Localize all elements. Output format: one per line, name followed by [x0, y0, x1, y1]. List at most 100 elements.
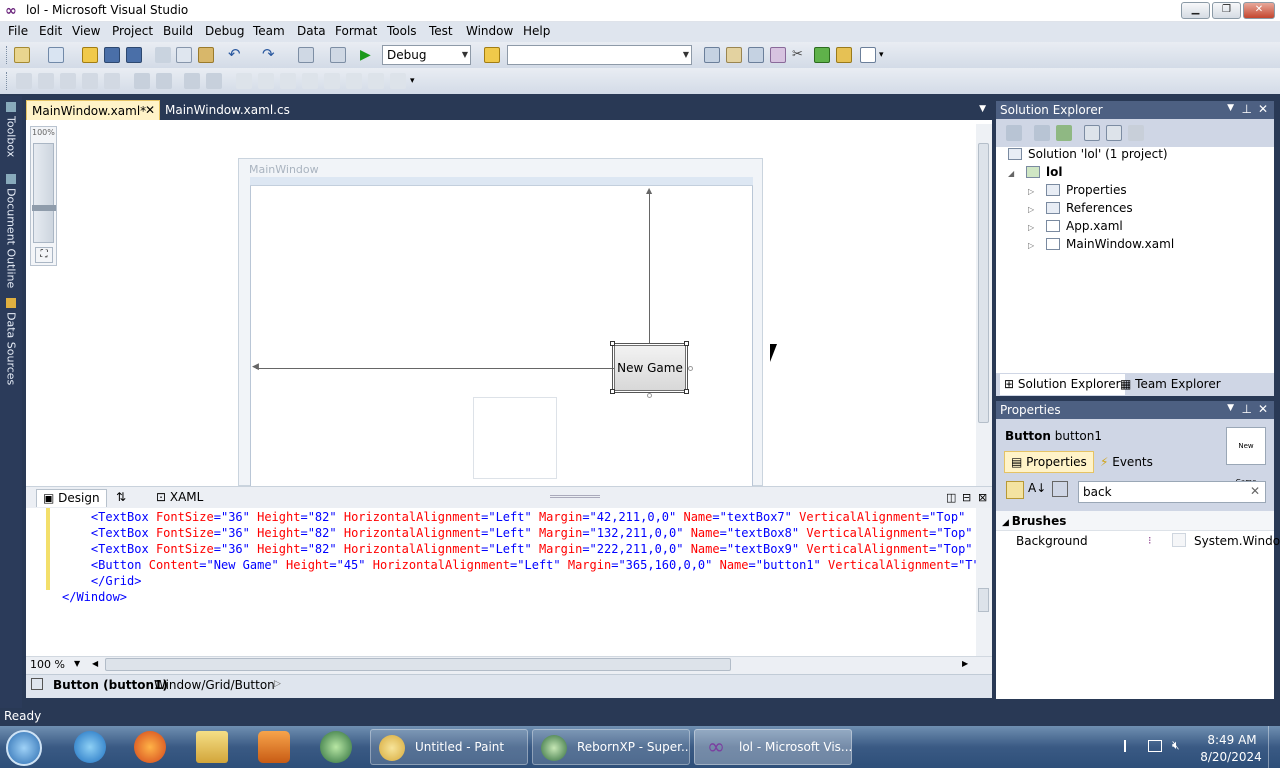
property-marker-icon[interactable]: ⁝: [1148, 534, 1152, 547]
toolbar-options-icon[interactable]: ▾: [410, 73, 426, 89]
clock-date[interactable]: 8/20/2024: [1200, 750, 1262, 764]
comment-icon[interactable]: [184, 73, 200, 89]
xaml-line[interactable]: <TextBox FontSize="36" Height="82" Horiz…: [62, 526, 973, 540]
document-outline-tab[interactable]: Document Outline: [2, 174, 20, 288]
object-browser-icon[interactable]: [748, 47, 764, 63]
find-bookmark-icon[interactable]: [390, 73, 406, 89]
collapse-icon[interactable]: ▷: [1028, 205, 1034, 214]
view-code-icon[interactable]: [1084, 125, 1100, 141]
categorized-icon[interactable]: [1006, 481, 1024, 499]
resize-handle[interactable]: [610, 389, 615, 394]
taskbar-app-rebornxp[interactable]: RebornXP - Super...: [532, 729, 690, 765]
menu-debug[interactable]: Debug: [205, 24, 244, 38]
tab-xaml[interactable]: ⊡ XAML: [150, 489, 209, 507]
minimize-button[interactable]: ▁: [1181, 2, 1210, 19]
tab-solution-explorer[interactable]: ⊞ Solution Explorer: [1000, 374, 1125, 395]
clock-time[interactable]: 8:49 AM: [1204, 733, 1260, 747]
command-window-icon[interactable]: [860, 47, 876, 63]
align-tops-icon[interactable]: [82, 73, 98, 89]
pin-icon[interactable]: ⊥: [1242, 102, 1252, 116]
breadcrumb-element[interactable]: Button (button1): [53, 678, 168, 692]
next-bookmark-icon[interactable]: [280, 73, 296, 89]
splitter-grip[interactable]: [550, 495, 600, 498]
menu-build[interactable]: Build: [163, 24, 193, 38]
xaml-editor[interactable]: <TextBox FontSize="36" Height="82" Horiz…: [26, 508, 992, 656]
property-search-input[interactable]: back ✕: [1078, 481, 1266, 503]
tab-mainwindow-xaml-cs[interactable]: MainWindow.xaml.cs: [160, 100, 295, 120]
clear-bookmarks-icon[interactable]: [368, 73, 384, 89]
menu-edit[interactable]: Edit: [39, 24, 62, 38]
xaml-horizontal-thumb[interactable]: [105, 658, 731, 671]
indent-icon[interactable]: [134, 73, 150, 89]
property-background-value[interactable]: System.Windo: [1194, 534, 1280, 548]
collapse-icon[interactable]: ▷: [1028, 241, 1034, 250]
internet-explorer-icon[interactable]: [74, 731, 106, 763]
tree-item-references[interactable]: References: [1046, 201, 1133, 215]
start-button[interactable]: [6, 730, 42, 766]
extension-manager-icon[interactable]: [836, 47, 852, 63]
add-item-icon[interactable]: [48, 47, 64, 63]
cut-icon[interactable]: [155, 47, 171, 63]
collapse-pane-icon[interactable]: ⊠: [978, 491, 987, 504]
tab-mainwindow-xaml[interactable]: MainWindow.xaml* ✕: [26, 100, 160, 120]
tab-team-explorer[interactable]: ▦ Team Explorer: [1120, 377, 1221, 391]
media-player-icon[interactable]: [258, 731, 290, 763]
chevron-down-icon[interactable]: ▼: [74, 659, 80, 668]
outdent-icon[interactable]: [156, 73, 172, 89]
restore-button[interactable]: ❐: [1212, 2, 1241, 19]
show-desktop-button[interactable]: [1268, 726, 1280, 768]
open-folder-icon[interactable]: [82, 47, 98, 63]
fit-to-screen-icon[interactable]: ⛶: [35, 247, 53, 263]
close-button[interactable]: ✕: [1243, 2, 1275, 19]
next-bookmark-doc-icon[interactable]: [346, 73, 362, 89]
clear-search-icon[interactable]: ✕: [1250, 484, 1260, 498]
tab-dropdown-icon[interactable]: ▼: [979, 104, 986, 114]
grid-ruler[interactable]: [250, 177, 753, 186]
refresh-icon[interactable]: [1056, 125, 1072, 141]
start-page-icon[interactable]: [814, 47, 830, 63]
collapse-icon[interactable]: ▷: [1028, 223, 1034, 232]
resize-handle[interactable]: [647, 393, 652, 398]
menu-window[interactable]: Window: [466, 24, 513, 38]
action-center-flag-icon[interactable]: [1124, 740, 1136, 752]
menu-view[interactable]: View: [72, 24, 100, 38]
resize-handle[interactable]: [688, 366, 693, 371]
align-lefts-icon[interactable]: [16, 73, 32, 89]
show-all-files-icon[interactable]: [1034, 125, 1050, 141]
alphabetical-icon[interactable]: A↓: [1028, 481, 1046, 495]
collapse-icon[interactable]: ▷: [1028, 187, 1034, 196]
toolbar-grip[interactable]: [6, 72, 9, 90]
toolbar-grip[interactable]: [6, 46, 9, 64]
tab-properties[interactable]: ▤ Properties: [1004, 451, 1094, 473]
swap-panes-button[interactable]: ⇅: [110, 489, 132, 507]
scroll-right-icon[interactable]: ▶: [962, 659, 968, 668]
new-project-icon[interactable]: [14, 47, 30, 63]
xaml-line[interactable]: </Grid>: [62, 574, 142, 588]
save-icon[interactable]: [104, 47, 120, 63]
explorer-folder-icon[interactable]: [196, 731, 228, 763]
redo-icon[interactable]: ↷: [262, 47, 278, 63]
filter-icon[interactable]: [1052, 481, 1068, 497]
solution-explorer-icon[interactable]: [704, 47, 720, 63]
tree-item-app-xaml[interactable]: App.xaml: [1046, 219, 1123, 233]
new-game-button[interactable]: New Game: [612, 343, 688, 393]
navigate-backward-icon[interactable]: [298, 47, 314, 63]
xaml-line[interactable]: <TextBox FontSize="36" Height="82" Horiz…: [62, 542, 973, 556]
globe-app-icon[interactable]: [320, 731, 352, 763]
tree-project[interactable]: lol: [1026, 165, 1062, 179]
menu-format[interactable]: Format: [335, 24, 377, 38]
chevron-down-icon[interactable]: ▼: [1227, 403, 1234, 413]
taskbar-app-paint[interactable]: Untitled - Paint: [370, 729, 528, 765]
bookmark-icon[interactable]: [236, 73, 252, 89]
resize-handle[interactable]: [610, 341, 615, 346]
properties-icon[interactable]: [1006, 125, 1022, 141]
close-icon[interactable]: ✕: [1258, 402, 1268, 416]
class-diagram-icon[interactable]: [1128, 125, 1144, 141]
textbox-element[interactable]: [473, 397, 557, 479]
network-icon[interactable]: [1148, 740, 1162, 752]
prev-bookmark-folder-icon[interactable]: [302, 73, 318, 89]
design-scroll-thumb[interactable]: [978, 143, 989, 423]
zoom-combo[interactable]: 100 %: [30, 658, 65, 671]
toolbar-options-icon[interactable]: ▾: [879, 47, 895, 63]
start-debugging-icon[interactable]: ▶: [360, 47, 376, 63]
